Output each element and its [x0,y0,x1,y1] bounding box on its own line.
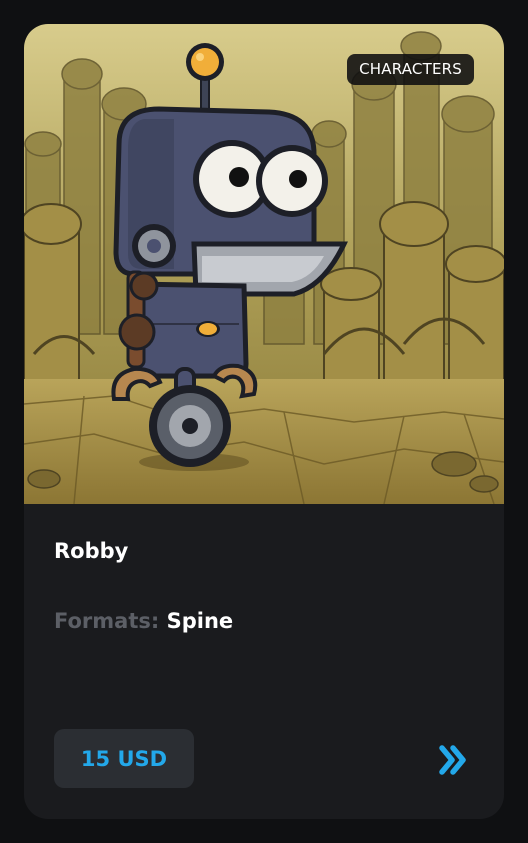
product-image: CHARACTERS [24,24,504,504]
formats-value: Spine [166,609,234,633]
formats-label: Formats: [54,609,160,633]
formats-line: Formats: Spine [54,608,233,634]
price-button[interactable]: 15 USD [54,729,194,788]
details-button[interactable] [436,742,472,778]
product-card[interactable]: CHARACTERS Robby Formats: Spine 15 USD [24,24,504,819]
double-chevron-right-icon [439,745,466,775]
category-badge: CHARACTERS [347,54,474,85]
product-title[interactable]: Robby [54,538,128,564]
robot-illustration [24,24,504,504]
